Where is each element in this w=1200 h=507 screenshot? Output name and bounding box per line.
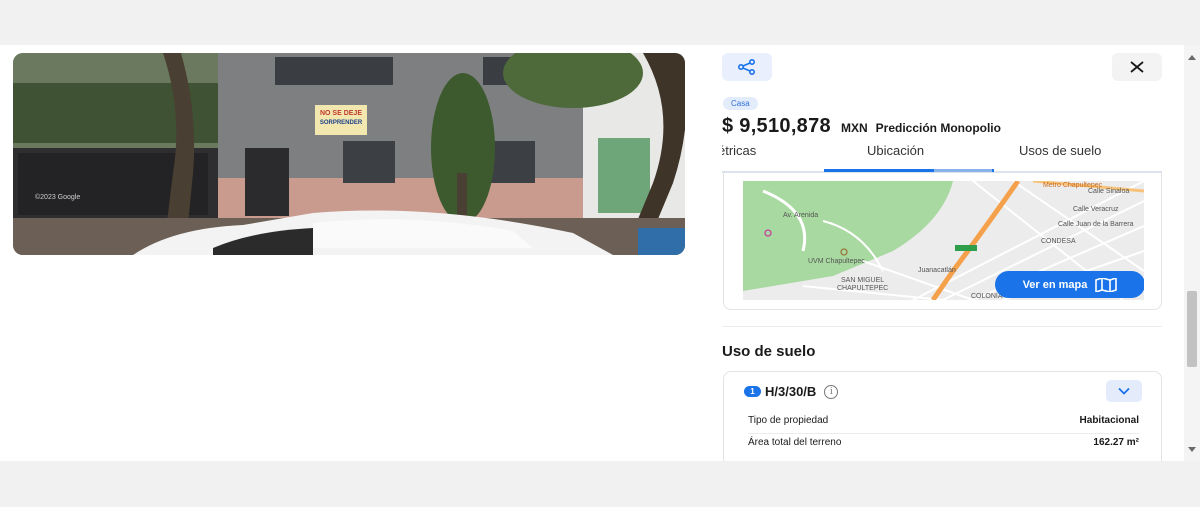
zone-number-badge: 1 bbox=[744, 386, 761, 397]
price-value: $ 9,510,878 bbox=[722, 115, 831, 137]
bottom-band bbox=[0, 461, 1200, 507]
map-label-veracruz: Calle Veracruz bbox=[1073, 206, 1119, 213]
scrollbar[interactable] bbox=[1184, 45, 1200, 461]
location-map-card: Metro Chapultepec Calle Sinaloa Calle Ve… bbox=[723, 173, 1162, 310]
close-button[interactable] bbox=[1112, 53, 1162, 81]
info-icon[interactable]: i bbox=[824, 384, 839, 399]
map-icon bbox=[1095, 277, 1118, 292]
tab-scroll-indicator[interactable] bbox=[934, 169, 992, 172]
tab-ubicacion[interactable]: Ubicación bbox=[867, 143, 924, 158]
close-icon bbox=[1130, 61, 1144, 73]
zone-row-value: Habitacional bbox=[1079, 415, 1139, 426]
scroll-up-arrow[interactable] bbox=[1188, 55, 1196, 60]
property-type-badge: Casa bbox=[723, 97, 758, 110]
price-note: Predicción Monopolio bbox=[875, 121, 1001, 135]
map-label-condesa: CONDESA bbox=[1041, 238, 1076, 245]
zone-row: Área total del terreno 162.27 m² bbox=[748, 437, 1139, 448]
map-label-juan-barrera: Calle Juan de la Barrera bbox=[1058, 221, 1134, 228]
zone-row-label: Área total del terreno bbox=[748, 437, 842, 448]
land-use-card: 1 H/3/30/B i Tipo de propiedad Habitacio… bbox=[723, 371, 1162, 461]
tab-bar: étricas Ubicación Usos de suelo bbox=[722, 143, 1162, 171]
zone-code: H/3/30/B bbox=[765, 384, 817, 399]
map-label-sinaloa: Calle Sinaloa bbox=[1088, 188, 1129, 195]
zone-header: 1 H/3/30/B i bbox=[744, 384, 839, 399]
section-divider bbox=[722, 326, 1162, 327]
google-watermark: ©2023 Google bbox=[35, 193, 80, 201]
row-divider bbox=[748, 433, 1139, 434]
street-view-image: NO SE DEJE SORPRENDER ©2023 Google bbox=[13, 53, 685, 255]
expand-zone-button[interactable] bbox=[1106, 380, 1142, 402]
map-label-san-miguel: SAN MIGUEL bbox=[841, 277, 884, 284]
price-row: $ 9,510,878 MXN Predicción Monopolio bbox=[722, 115, 1001, 138]
share-button[interactable] bbox=[722, 53, 772, 81]
map-label-arenida: Av. Arenida bbox=[783, 212, 818, 219]
scroll-down-arrow[interactable] bbox=[1188, 447, 1196, 452]
tab-usos-de-suelo[interactable]: Usos de suelo bbox=[1019, 143, 1101, 158]
sign-text-1: NO SE DEJE bbox=[320, 110, 362, 117]
sign-text-2: SORPRENDER bbox=[320, 120, 363, 126]
zone-row-value: 162.27 m² bbox=[1093, 437, 1139, 448]
map-label-uvm: UVM Chapultepec bbox=[808, 258, 865, 265]
page: NO SE DEJE SORPRENDER ©2023 Google Casa … bbox=[0, 45, 1200, 461]
zone-row-label: Tipo de propiedad bbox=[748, 415, 829, 426]
price-currency: MXN bbox=[840, 121, 868, 135]
view-map-label: Ver en mapa bbox=[1022, 278, 1088, 291]
chevron-down-icon bbox=[1118, 387, 1130, 395]
property-panel: Casa $ 9,510,878 MXN Predicción Monopoli… bbox=[722, 45, 1164, 461]
share-icon bbox=[737, 59, 755, 75]
view-map-button[interactable]: Ver en mapa bbox=[995, 271, 1144, 298]
land-use-title: Uso de suelo bbox=[722, 343, 816, 360]
zone-row: Tipo de propiedad Habitacional bbox=[748, 415, 1139, 426]
street-view-photo[interactable]: NO SE DEJE SORPRENDER ©2023 Google bbox=[13, 53, 685, 255]
tab-metricas[interactable]: étricas bbox=[722, 143, 756, 158]
map-label-juanacatlan: Juanacatlán bbox=[918, 267, 956, 274]
location-map[interactable]: Metro Chapultepec Calle Sinaloa Calle Ve… bbox=[743, 181, 1144, 300]
scroll-thumb[interactable] bbox=[1187, 291, 1197, 367]
map-label-chapultepec: CHAPULTEPEC bbox=[837, 285, 888, 292]
